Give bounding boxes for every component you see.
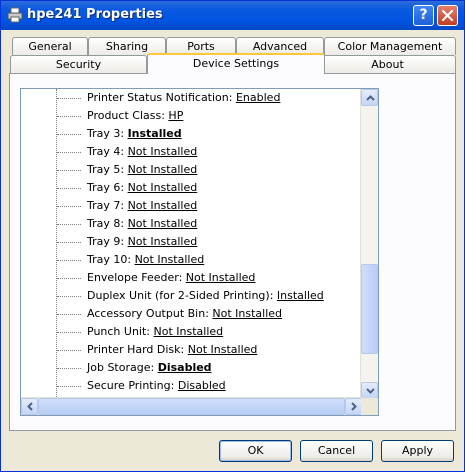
tab-color-management[interactable]: Color Management bbox=[324, 37, 456, 55]
tree-item[interactable]: Job Storage: Disabled bbox=[57, 359, 212, 377]
tree-item[interactable]: Product Class: HP bbox=[57, 107, 183, 125]
setting-label: Tray 8: bbox=[87, 217, 125, 230]
tree-item[interactable]: Tray 7: Not Installed bbox=[57, 197, 197, 215]
setting-label: Duplex Unit (for 2-Sided Printing): bbox=[87, 289, 274, 302]
window-title: hpe241 Properties bbox=[27, 7, 163, 22]
vertical-scroll-thumb[interactable] bbox=[361, 264, 378, 354]
setting-value[interactable]: Disabled bbox=[158, 361, 212, 374]
apply-button[interactable]: Apply bbox=[381, 440, 454, 462]
scroll-up-button[interactable] bbox=[361, 89, 378, 106]
setting-value[interactable]: Not Installed bbox=[128, 217, 198, 230]
setting-value[interactable]: HP bbox=[168, 109, 183, 122]
setting-label: Tray 6: bbox=[87, 181, 125, 194]
tree-item[interactable]: Tray 4: Not Installed bbox=[57, 143, 197, 161]
close-icon bbox=[441, 9, 454, 22]
tab-security[interactable]: Security bbox=[10, 55, 147, 73]
device-settings-tree[interactable]: Printer Status Notification: Enabled Pro… bbox=[20, 88, 379, 416]
setting-label: Punch Unit: bbox=[87, 325, 150, 338]
ok-button[interactable]: OK bbox=[219, 440, 292, 462]
setting-label: Printer Status Notification: bbox=[87, 91, 233, 104]
setting-value[interactable]: Not Installed bbox=[128, 199, 198, 212]
printer-icon bbox=[7, 7, 23, 23]
properties-dialog: hpe241 Properties ? General Sharing Port… bbox=[0, 0, 465, 472]
tree-item[interactable]: Tray 9: Not Installed bbox=[57, 233, 197, 251]
tree-item[interactable]: Tray 10: Not Installed bbox=[57, 251, 204, 269]
setting-value[interactable]: Not Installed bbox=[188, 343, 258, 356]
tab-about[interactable]: About bbox=[319, 55, 456, 73]
setting-value[interactable]: Not Installed bbox=[128, 235, 198, 248]
cancel-button[interactable]: Cancel bbox=[300, 440, 373, 462]
tree-item[interactable]: Tray 6: Not Installed bbox=[57, 179, 197, 197]
setting-value[interactable]: Disabled bbox=[178, 379, 226, 392]
setting-label: Tray 3: bbox=[87, 127, 125, 140]
tab-device-settings[interactable]: Device Settings bbox=[147, 53, 325, 74]
setting-label: Envelope Feeder: bbox=[87, 271, 183, 284]
chevron-left-icon bbox=[27, 402, 33, 411]
setting-value[interactable]: Not Installed bbox=[154, 325, 224, 338]
close-button[interactable] bbox=[437, 5, 458, 26]
setting-value[interactable]: Not Installed bbox=[135, 253, 205, 266]
help-button[interactable]: ? bbox=[413, 5, 434, 26]
chevron-up-icon bbox=[366, 95, 375, 101]
setting-label: Product Class: bbox=[87, 109, 165, 122]
scroll-right-button[interactable] bbox=[345, 398, 362, 415]
setting-label: Tray 4: bbox=[87, 145, 125, 158]
tree-item[interactable]: Accessory Output Bin: Not Installed bbox=[57, 305, 282, 323]
tree-item[interactable]: Duplex Unit (for 2-Sided Printing): Inst… bbox=[57, 287, 324, 305]
setting-value[interactable]: Enabled bbox=[236, 91, 280, 104]
tab-general[interactable]: General bbox=[12, 37, 88, 55]
setting-label: Printer Hard Disk: bbox=[87, 343, 185, 356]
scroll-down-button[interactable] bbox=[361, 382, 378, 399]
setting-value[interactable]: Not Installed bbox=[128, 181, 198, 194]
tree-item[interactable]: Punch Unit: Not Installed bbox=[57, 323, 223, 341]
setting-label: Tray 7: bbox=[87, 199, 125, 212]
tree-item[interactable]: Printer Hard Disk: Not Installed bbox=[57, 341, 257, 359]
tree-item[interactable]: Tray 8: Not Installed bbox=[57, 215, 197, 233]
scroll-left-button[interactable] bbox=[21, 398, 38, 415]
setting-label: Tray 9: bbox=[87, 235, 125, 248]
vertical-scrollbar[interactable] bbox=[360, 89, 378, 399]
setting-label: Job Storage: bbox=[87, 361, 155, 374]
setting-value[interactable]: Installed bbox=[128, 127, 182, 140]
horizontal-scrollbar[interactable] bbox=[21, 397, 362, 415]
tree-item[interactable]: Printer Status Notification: Enabled bbox=[57, 89, 280, 107]
chevron-right-icon bbox=[351, 402, 357, 411]
setting-label: Accessory Output Bin: bbox=[87, 307, 209, 320]
setting-value[interactable]: Not Installed bbox=[212, 307, 282, 320]
scrollbar-corner bbox=[361, 398, 378, 415]
setting-value[interactable]: Not Installed bbox=[128, 163, 198, 176]
title-bar[interactable]: hpe241 Properties ? bbox=[1, 1, 464, 30]
setting-label: Tray 5: bbox=[87, 163, 125, 176]
setting-label: Secure Printing: bbox=[87, 379, 175, 392]
tree-item[interactable]: Tray 3: Installed bbox=[57, 125, 182, 143]
setting-value[interactable]: Installed bbox=[277, 289, 324, 302]
tree-item[interactable]: Envelope Feeder: Not Installed bbox=[57, 269, 255, 287]
tree-item[interactable]: Tray 5: Not Installed bbox=[57, 161, 197, 179]
setting-value[interactable]: Not Installed bbox=[186, 271, 256, 284]
setting-label: Tray 10: bbox=[87, 253, 132, 266]
setting-value[interactable]: Not Installed bbox=[128, 145, 198, 158]
chevron-down-icon bbox=[366, 388, 375, 394]
horizontal-scroll-thumb[interactable] bbox=[38, 398, 345, 415]
tree-item[interactable]: Secure Printing: Disabled bbox=[57, 377, 226, 395]
